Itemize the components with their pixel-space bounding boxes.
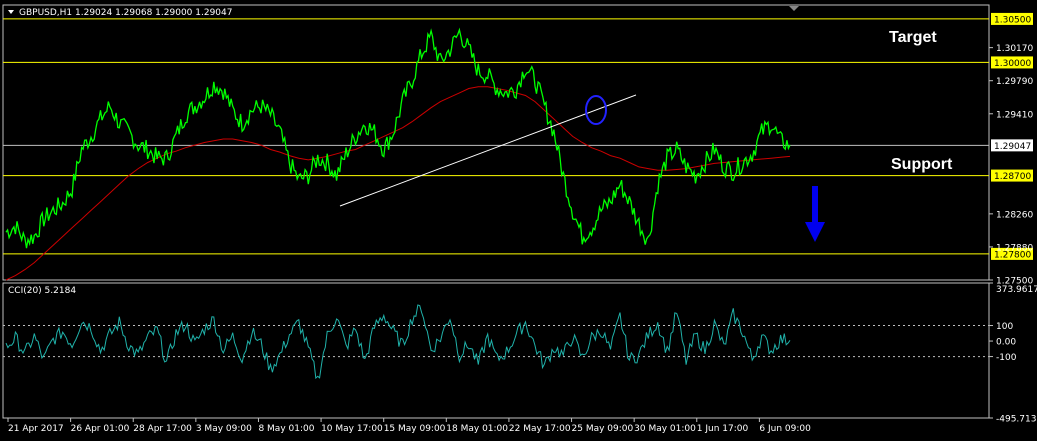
cci-tick-label: 0.00 (996, 338, 1016, 348)
time-tick-label: 6 Jun 09:00 (759, 424, 811, 434)
level-tag-label: 1.30500 (994, 15, 1031, 25)
cci-tick-label: 373.9617 (996, 285, 1037, 295)
cci-tick-label: -100 (996, 353, 1017, 363)
time-tick-label: 30 May 01:00 (634, 424, 696, 434)
chart-background (0, 0, 1037, 441)
time-tick-label: 1 Jun 17:00 (697, 424, 749, 434)
price-tick-label: 1.30170 (996, 44, 1033, 54)
trading-chart: Target Support GBPUSD,H1 1.29024 1.29068… (0, 0, 1037, 441)
cci-header: CCI(20) 5.2184 (8, 286, 76, 296)
cci-tick-label: -495.7138 (996, 415, 1037, 425)
support-label: Support (891, 156, 953, 173)
time-tick-label: 18 May 01:00 (446, 424, 508, 434)
price-tick-label: 1.27880 (996, 243, 1033, 253)
target-label: Target (889, 29, 937, 46)
time-tick-label: 3 May 09:00 (196, 424, 252, 434)
header-bar: GBPUSD,H1 1.29024 1.29068 1.29000 1.2904… (8, 8, 232, 18)
time-tick-label: 28 Apr 17:00 (133, 424, 192, 434)
price-tick-label: 1.29410 (996, 110, 1033, 120)
price-axis: 1.305001.300001.290471.287001.278001.301… (989, 12, 1033, 287)
price-tick-label: 1.28260 (996, 210, 1033, 220)
time-tick-label: 25 May 09:00 (572, 424, 634, 434)
level-tag-label: 1.30000 (994, 59, 1031, 69)
time-tick-label: 21 Apr 2017 (8, 424, 64, 434)
level-tag-label: 1.28700 (994, 172, 1031, 182)
time-tick-label: 26 Apr 01:00 (71, 424, 130, 434)
price-tick-label: 1.29790 (996, 77, 1033, 87)
time-tick-label: 8 May 01:00 (258, 424, 314, 434)
time-tick-label: 22 May 17:00 (509, 424, 571, 434)
current-price-label: 1.29047 (994, 142, 1031, 152)
time-tick-label: 15 May 09:00 (384, 424, 446, 434)
symbol-header: GBPUSD,H1 1.29024 1.29068 1.29000 1.2904… (19, 8, 232, 18)
cci-tick-label: 100 (996, 322, 1013, 332)
time-tick-label: 10 May 17:00 (321, 424, 383, 434)
